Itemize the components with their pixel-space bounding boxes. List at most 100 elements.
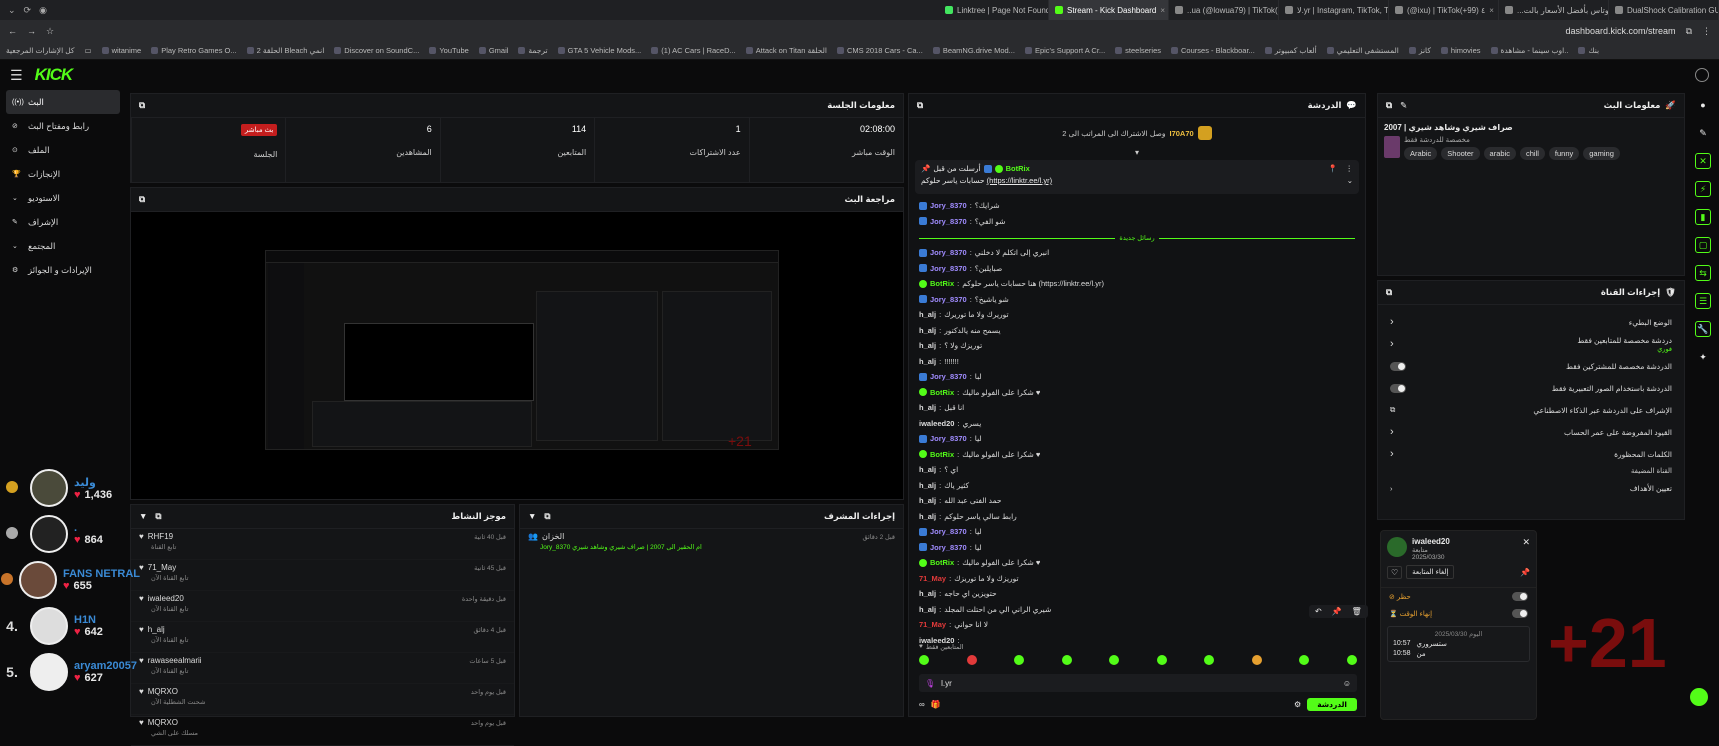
infinity-icon[interactable]: ∞ [919,700,925,709]
bookmark[interactable]: Courses - Blackboar... [1171,46,1255,55]
chat-username[interactable]: Jory_8370 [930,372,967,381]
chat-username[interactable]: 71_May [919,574,946,583]
bookmark[interactable]: Epic's Support A Cr... [1024,46,1105,55]
folder-icon[interactable]: ▭ [85,46,92,55]
emote-icon[interactable] [966,655,977,665]
reload-icon[interactable]: ⟳ [24,5,32,16]
chat-message[interactable]: h_alj:!!!!!!! [919,354,1355,370]
bookmark[interactable]: himovies [1440,46,1481,55]
chat-username[interactable]: Jory_8370 [930,264,967,273]
close-icon[interactable]: × [1489,6,1494,15]
chat-message[interactable]: h_alj: شيري الراني الي من احتلت المجلد [919,602,1355,618]
pencil-icon[interactable]: ✎ [1695,125,1711,141]
bookmark[interactable]: Attack on Titan الحلقة [745,46,827,55]
emote-icon[interactable] [1299,655,1310,665]
chat-username[interactable]: h_alj [919,341,936,350]
chat-input[interactable]: 🎙 l.yr ☺ [919,674,1357,692]
url-text[interactable]: dashboard.kick.com/stream [1566,26,1676,36]
chat-username[interactable]: Jory_8370 [930,295,967,304]
browser-tab[interactable]: (@ixu) | TikTok(+99) ٤ × [1389,0,1499,20]
close-icon[interactable]: ✕ [1522,537,1530,561]
chat-username[interactable]: h_alj [919,605,936,614]
ban-row[interactable]: ⊘ حظر [1381,588,1536,605]
emote-icon[interactable] [1204,655,1215,665]
emote-icon[interactable] [1014,655,1025,665]
setting-toggle[interactable] [1390,383,1406,393]
more-icon[interactable]: ⋮ [1346,164,1354,173]
chat-username[interactable]: h_alj [919,465,936,474]
setting-toggle[interactable] [1390,361,1406,371]
sidebar-item[interactable]: ((•)) البث [6,90,120,114]
popout-icon[interactable]: ⧉ [917,100,923,111]
timeout-row[interactable]: ⏳ إنهاء الوقت [1381,605,1536,622]
all-bookmarks[interactable]: كل الإشارات المرجعية [6,46,75,55]
reply-icon[interactable]: ↶ [1315,607,1322,616]
chat-icon[interactable]: ▢ [1695,237,1711,253]
unfollow-button[interactable]: إلغاء المتابعة [1406,565,1455,579]
chat-message[interactable]: h_alj: حتويزين اي حاجه [919,586,1355,602]
chat-username[interactable]: 71_May [919,620,946,629]
activity-user[interactable]: h_alj [148,625,165,634]
stream-tag[interactable]: Shooter [1441,147,1480,160]
activity-user[interactable]: RHF19 [148,532,173,541]
heart-icon[interactable]: ♡ [1387,565,1403,579]
chat-username[interactable]: h_alj [919,496,936,505]
sidebar-item[interactable]: ⌄ الاستوديو [6,186,120,210]
profile-icon[interactable]: ◉ [39,5,47,16]
list-icon[interactable]: ☰ [1695,293,1711,309]
chat-message[interactable]: iwaleed20: يسري [919,416,1355,432]
chat-message[interactable]: 71_May: توريزك ولا ما توريزك [919,571,1355,587]
chat-message[interactable]: h_alj: اي ؟ [919,462,1355,478]
dot-icon[interactable]: ● [1695,97,1711,113]
chat-message[interactable]: h_alj: توريرك ولا ما توريرك [919,307,1355,323]
stream-tag[interactable]: Arabic [1404,147,1438,160]
bookmark[interactable]: steelseries [1115,46,1161,55]
sidebar-item[interactable]: 🏆 الإنجازات [6,162,120,186]
delete-icon[interactable]: 🗑 [1352,607,1362,616]
close-icon[interactable]: × [1160,6,1165,15]
bookmark[interactable]: (1) AC Cars | RaceD... [651,46,736,55]
chat-message[interactable]: BotRix: هنا حسابات ياسر حلوكم (https://li… [919,276,1355,292]
chat-username[interactable]: h_alj [919,512,936,521]
chat-message[interactable]: BotRix: شكرا على الفولو ماليك ♥ [919,385,1355,401]
chat-message[interactable]: h_alj: كثير ياك [919,478,1355,494]
user-card-name[interactable]: iwaleed20 [1412,537,1517,546]
chat-message[interactable]: Jory_8370: ليا [919,540,1355,556]
chat-message[interactable]: h_alj: انا قبل [919,400,1355,416]
bookmark[interactable]: ترجمة [518,46,548,55]
chat-message[interactable]: BotRix: شكرا على الفولو ماليك ♥ [919,555,1355,571]
activity-user[interactable]: MQRXO [148,718,178,727]
pin-icon[interactable]: 📌 [1332,607,1342,616]
settings-icon[interactable]: ⚙ [1294,700,1301,709]
forward-icon[interactable]: → [27,26,36,36]
chat-message[interactable]: h_alj: رابط سالي ياسر حلوكم [919,509,1355,525]
star-icon[interactable]: ☆ [46,26,54,37]
channel-setting-row[interactable]: الكلمات المحظورة › [1378,443,1684,465]
external-link-icon[interactable]: ⧉ [1390,405,1395,415]
chat-username[interactable]: Jory_8370 [930,434,967,443]
user-avatar[interactable] [1695,68,1709,82]
chat-username[interactable]: h_alj [919,326,936,335]
bookmark[interactable]: witanime [101,46,141,55]
chat-message[interactable]: Jory_8370: انبري إلى اتكلم لا دخلني [919,245,1355,261]
emote-icon[interactable] [1156,655,1167,665]
pinned-bot-name[interactable]: BotRix [1006,164,1030,173]
popout-icon[interactable]: ⧉ [139,100,145,111]
chat-message[interactable]: Jory_8370: لبا [919,369,1355,385]
chat-message[interactable]: 71_May: لا انا حواني [919,617,1355,633]
stream-tag[interactable]: chill [1519,147,1545,160]
chat-message[interactable]: BotRix: شكرا على الفولو ماليك ♥ [919,447,1355,463]
kick-logo[interactable]: KICK [35,65,74,85]
timeout-toggle[interactable] [1512,609,1528,618]
crossed-swords-icon[interactable]: ✕ [1695,153,1711,169]
bookmark[interactable]: الحلقة 2 Bleach انمي [246,46,324,55]
edit-icon[interactable]: ✎ [1400,100,1407,111]
filter-icon[interactable]: ▼ [528,511,536,522]
chat-username[interactable]: BotRix [930,279,954,288]
activity-user[interactable]: MQRXO [148,687,178,696]
chat-message[interactable]: h_alj: توريزك ولا ؟ [919,338,1355,354]
unpin-icon[interactable]: 📍 [1328,164,1337,173]
send-chat-button[interactable]: الدردشة [1307,698,1357,711]
popout-icon[interactable]: ⧉ [1386,287,1392,298]
mod-actor[interactable]: الخزان [542,532,564,541]
